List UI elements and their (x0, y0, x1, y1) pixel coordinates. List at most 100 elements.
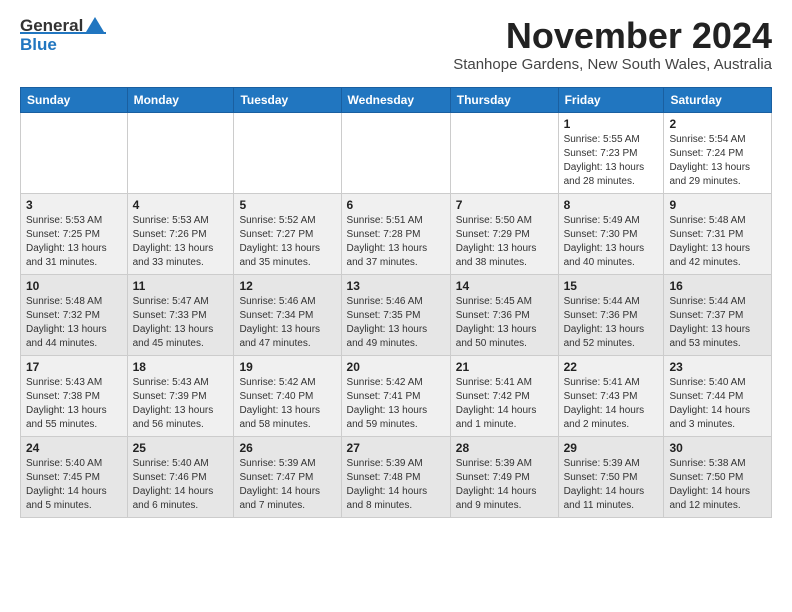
day-number: 19 (239, 360, 335, 374)
calendar-day-cell: 3 Sunrise: 5:53 AM Sunset: 7:25 PM Daylig… (21, 193, 128, 274)
calendar-day-cell: 6 Sunrise: 5:51 AM Sunset: 7:28 PM Daylig… (341, 193, 450, 274)
calendar-day-cell: 22 Sunrise: 5:41 AM Sunset: 7:43 PM Dayli… (558, 355, 664, 436)
day-number: 15 (564, 279, 659, 293)
day-number: 2 (669, 117, 766, 131)
day-info: Sunrise: 5:39 AM Sunset: 7:50 PM Dayligh… (564, 457, 659, 513)
calendar-day-cell: 28 Sunrise: 5:39 AM Sunset: 7:49 PM Dayli… (450, 436, 558, 517)
day-number: 30 (669, 441, 766, 455)
calendar-day-cell: 10 Sunrise: 5:48 AM Sunset: 7:32 PM Dayli… (21, 274, 128, 355)
day-info: Sunrise: 5:49 AM Sunset: 7:30 PM Dayligh… (564, 214, 659, 270)
weekday-header-saturday: Saturday (664, 87, 772, 112)
calendar-empty-cell (234, 112, 341, 193)
logo: General Blue (20, 16, 106, 55)
day-number: 5 (239, 198, 335, 212)
day-number: 11 (133, 279, 229, 293)
day-number: 6 (347, 198, 445, 212)
day-info: Sunrise: 5:48 AM Sunset: 7:32 PM Dayligh… (26, 295, 122, 351)
day-info: Sunrise: 5:39 AM Sunset: 7:48 PM Dayligh… (347, 457, 445, 513)
day-number: 17 (26, 360, 122, 374)
calendar-day-cell: 30 Sunrise: 5:38 AM Sunset: 7:50 PM Dayli… (664, 436, 772, 517)
day-info: Sunrise: 5:53 AM Sunset: 7:25 PM Dayligh… (26, 214, 122, 270)
day-number: 18 (133, 360, 229, 374)
day-number: 3 (26, 198, 122, 212)
day-info: Sunrise: 5:46 AM Sunset: 7:35 PM Dayligh… (347, 295, 445, 351)
calendar-day-cell: 12 Sunrise: 5:46 AM Sunset: 7:34 PM Dayli… (234, 274, 341, 355)
calendar-day-cell: 16 Sunrise: 5:44 AM Sunset: 7:37 PM Dayli… (664, 274, 772, 355)
calendar-day-cell: 13Sunrise: 5:46 AM Sunset: 7:35 PM Dayli… (341, 274, 450, 355)
weekday-header-tuesday: Tuesday (234, 87, 341, 112)
weekday-header-sunday: Sunday (21, 87, 128, 112)
day-info: Sunrise: 5:42 AM Sunset: 7:41 PM Dayligh… (347, 376, 445, 432)
day-info: Sunrise: 5:43 AM Sunset: 7:39 PM Dayligh… (133, 376, 229, 432)
day-info: Sunrise: 5:39 AM Sunset: 7:47 PM Dayligh… (239, 457, 335, 513)
day-info: Sunrise: 5:41 AM Sunset: 7:42 PM Dayligh… (456, 376, 553, 432)
day-info: Sunrise: 5:48 AM Sunset: 7:31 PM Dayligh… (669, 214, 766, 270)
subtitle: Stanhope Gardens, New South Wales, Austr… (453, 56, 772, 73)
logo-general: General (20, 16, 83, 36)
day-info: Sunrise: 5:51 AM Sunset: 7:28 PM Dayligh… (347, 214, 445, 270)
day-info: Sunrise: 5:40 AM Sunset: 7:46 PM Dayligh… (133, 457, 229, 513)
calendar-day-cell: 25 Sunrise: 5:40 AM Sunset: 7:46 PM Dayli… (127, 436, 234, 517)
calendar-empty-cell (341, 112, 450, 193)
weekday-header-thursday: Thursday (450, 87, 558, 112)
month-title: November 2024 (453, 16, 772, 56)
weekday-header-monday: Monday (127, 87, 234, 112)
day-number: 26 (239, 441, 335, 455)
day-info: Sunrise: 5:55 AM Sunset: 7:23 PM Dayligh… (564, 133, 659, 189)
day-number: 9 (669, 198, 766, 212)
day-info: Sunrise: 5:43 AM Sunset: 7:38 PM Dayligh… (26, 376, 122, 432)
title-block: November 2024 Stanhope Gardens, New Sout… (453, 16, 772, 81)
day-number: 14 (456, 279, 553, 293)
day-info: Sunrise: 5:39 AM Sunset: 7:49 PM Dayligh… (456, 457, 553, 513)
calendar-empty-cell (450, 112, 558, 193)
day-info: Sunrise: 5:44 AM Sunset: 7:36 PM Dayligh… (564, 295, 659, 351)
day-info: Sunrise: 5:38 AM Sunset: 7:50 PM Dayligh… (669, 457, 766, 513)
calendar-day-cell: 8 Sunrise: 5:49 AM Sunset: 7:30 PM Daylig… (558, 193, 664, 274)
calendar-week-row: 10 Sunrise: 5:48 AM Sunset: 7:32 PM Dayli… (21, 274, 772, 355)
calendar-day-cell: 24 Sunrise: 5:40 AM Sunset: 7:45 PM Dayli… (21, 436, 128, 517)
calendar-week-row: 3 Sunrise: 5:53 AM Sunset: 7:25 PM Daylig… (21, 193, 772, 274)
calendar-day-cell: 29Sunrise: 5:39 AM Sunset: 7:50 PM Dayli… (558, 436, 664, 517)
calendar-table: SundayMondayTuesdayWednesdayThursdayFrid… (20, 87, 772, 518)
calendar-day-cell: 27 Sunrise: 5:39 AM Sunset: 7:48 PM Dayli… (341, 436, 450, 517)
calendar-empty-cell (127, 112, 234, 193)
day-info: Sunrise: 5:46 AM Sunset: 7:34 PM Dayligh… (239, 295, 335, 351)
logo-icon (84, 14, 106, 36)
day-info: Sunrise: 5:44 AM Sunset: 7:37 PM Dayligh… (669, 295, 766, 351)
day-number: 23 (669, 360, 766, 374)
calendar-day-cell: 5 Sunrise: 5:52 AM Sunset: 7:27 PM Daylig… (234, 193, 341, 274)
day-info: Sunrise: 5:41 AM Sunset: 7:43 PM Dayligh… (564, 376, 659, 432)
calendar-day-cell: 15 Sunrise: 5:44 AM Sunset: 7:36 PM Dayli… (558, 274, 664, 355)
calendar-day-cell: 11 Sunrise: 5:47 AM Sunset: 7:33 PM Dayli… (127, 274, 234, 355)
day-info: Sunrise: 5:45 AM Sunset: 7:36 PM Dayligh… (456, 295, 553, 351)
calendar-day-cell: 21Sunrise: 5:41 AM Sunset: 7:42 PM Dayli… (450, 355, 558, 436)
weekday-header-friday: Friday (558, 87, 664, 112)
day-info: Sunrise: 5:54 AM Sunset: 7:24 PM Dayligh… (669, 133, 766, 189)
calendar-day-cell: 14 Sunrise: 5:45 AM Sunset: 7:36 PM Dayli… (450, 274, 558, 355)
calendar-day-cell: 2 Sunrise: 5:54 AM Sunset: 7:24 PM Daylig… (664, 112, 772, 193)
calendar-empty-cell (21, 112, 128, 193)
calendar-day-cell: 26 Sunrise: 5:39 AM Sunset: 7:47 PM Dayli… (234, 436, 341, 517)
day-number: 7 (456, 198, 553, 212)
calendar-week-row: 17 Sunrise: 5:43 AM Sunset: 7:38 PM Dayli… (21, 355, 772, 436)
calendar-day-cell: 23Sunrise: 5:40 AM Sunset: 7:44 PM Dayli… (664, 355, 772, 436)
weekday-header-row: SundayMondayTuesdayWednesdayThursdayFrid… (21, 87, 772, 112)
day-info: Sunrise: 5:40 AM Sunset: 7:45 PM Dayligh… (26, 457, 122, 513)
day-number: 24 (26, 441, 122, 455)
day-number: 25 (133, 441, 229, 455)
day-info: Sunrise: 5:47 AM Sunset: 7:33 PM Dayligh… (133, 295, 229, 351)
day-info: Sunrise: 5:42 AM Sunset: 7:40 PM Dayligh… (239, 376, 335, 432)
day-info: Sunrise: 5:50 AM Sunset: 7:29 PM Dayligh… (456, 214, 553, 270)
day-number: 10 (26, 279, 122, 293)
calendar-day-cell: 4Sunrise: 5:53 AM Sunset: 7:26 PM Daylig… (127, 193, 234, 274)
day-info: Sunrise: 5:52 AM Sunset: 7:27 PM Dayligh… (239, 214, 335, 270)
day-number: 22 (564, 360, 659, 374)
day-number: 12 (239, 279, 335, 293)
day-number: 27 (347, 441, 445, 455)
calendar-day-cell: 19 Sunrise: 5:42 AM Sunset: 7:40 PM Dayli… (234, 355, 341, 436)
day-number: 8 (564, 198, 659, 212)
day-number: 4 (133, 198, 229, 212)
day-number: 28 (456, 441, 553, 455)
day-number: 16 (669, 279, 766, 293)
calendar-week-row: 24 Sunrise: 5:40 AM Sunset: 7:45 PM Dayli… (21, 436, 772, 517)
